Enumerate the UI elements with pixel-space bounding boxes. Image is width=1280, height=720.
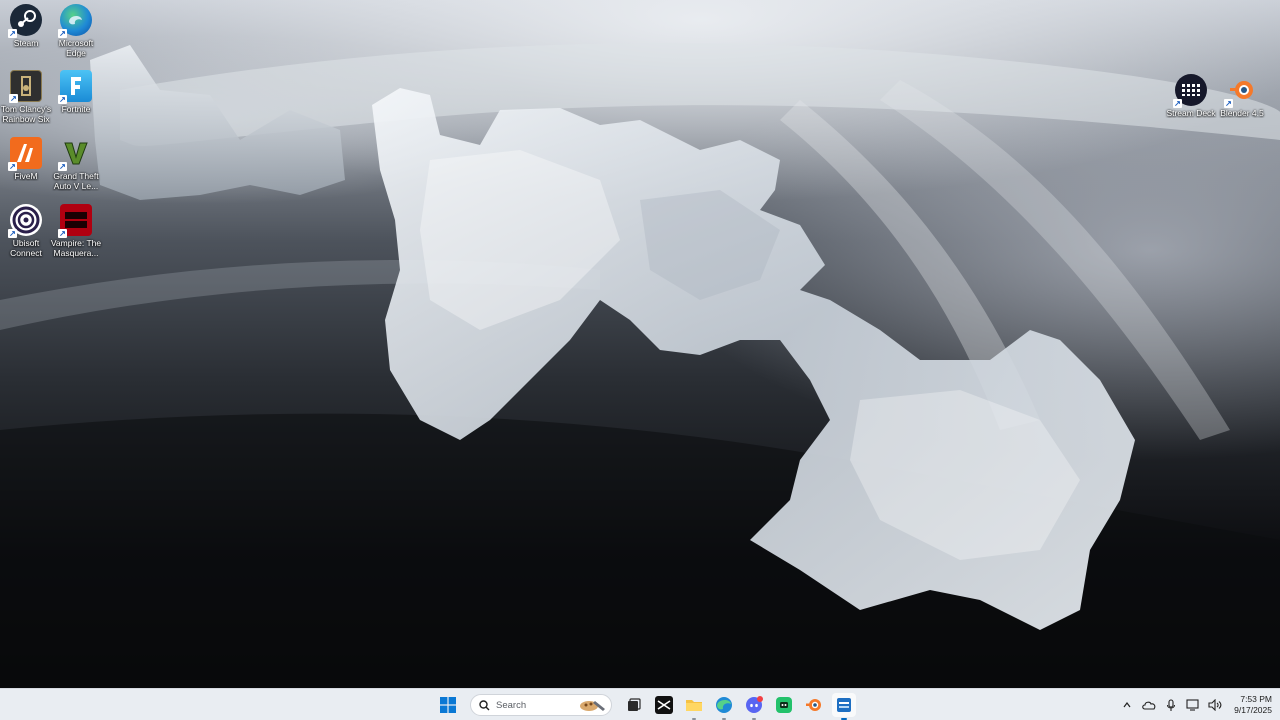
taskbar-capcut[interactable] (652, 693, 676, 717)
search-icon (479, 699, 490, 710)
folder-icon (686, 700, 702, 711)
clock-date: 9/17/2025 (1234, 705, 1272, 715)
rainbow-six-icon: ↗ (9, 70, 42, 103)
chevron-up-icon[interactable] (1120, 698, 1134, 712)
volume-icon[interactable] (1208, 698, 1222, 712)
desktop-icon-label: Ubisoft Connect (10, 238, 42, 258)
blender-icon (806, 699, 821, 711)
task-view-button[interactable] (622, 693, 646, 717)
start-button[interactable] (436, 693, 460, 717)
taskbar-green-game[interactable] (772, 693, 796, 717)
desktop-icon-ubisoft-connect[interactable]: ↗ Ubisoft Connect (0, 200, 52, 264)
search-input[interactable] (496, 699, 576, 711)
desktop-icon-label: Tom Clancy's Rainbow Six (0, 104, 52, 124)
onedrive-icon[interactable] (1142, 698, 1156, 712)
taskbar: 7:53 PM 9/17/2025 (0, 688, 1280, 720)
capcut-icon (655, 696, 673, 714)
desktop-icon-fortnite[interactable]: ↗ Fortnite (50, 66, 102, 130)
desktop-icon-label: Stream Deck (1166, 108, 1216, 118)
desktop-icon-bloodhunt[interactable]: ↗ Vampire: The Masquera... (50, 200, 102, 264)
edge-icon (716, 697, 732, 713)
desktop-icon-label: FiveM (14, 171, 38, 181)
task-view-icon (628, 698, 641, 711)
taskbar-file-explorer[interactable] (682, 693, 706, 720)
taskbar-active-app[interactable] (832, 693, 856, 720)
edge-icon: ↗ (58, 4, 92, 38)
app-window-icon (837, 698, 851, 712)
clock-time: 7:53 PM (1240, 694, 1272, 704)
desktop-icon-edge[interactable]: ↗ Microsoft Edge (50, 0, 102, 64)
gta-v-icon: ↗ (58, 137, 92, 171)
desktop-icon-stream-deck[interactable]: ↗ Stream Deck (1165, 70, 1217, 134)
desktop-wallpaper (0, 0, 1280, 688)
desktop-icon-rainbow-six[interactable]: ↗ Tom Clancy's Rainbow Six (0, 66, 52, 130)
fivem-icon: ↗ (8, 137, 42, 171)
display-icon[interactable] (1186, 698, 1200, 712)
discord-icon (746, 696, 763, 713)
bloodhunt-icon: ↗ (58, 204, 92, 238)
ubisoft-connect-icon: ↗ (8, 204, 42, 238)
desktop-icon-fivem[interactable]: ↗ FiveM (0, 133, 52, 197)
desktop-icon-blender[interactable]: ↗ Blender 4.5 (1216, 70, 1268, 134)
desktop-icon-steam[interactable]: ↗ Steam (0, 0, 52, 64)
taskbar-apps (436, 689, 856, 720)
green-game-icon (776, 697, 792, 713)
desktop-icon-label: Fortnite (61, 104, 91, 114)
taskbar-blender[interactable] (802, 693, 826, 717)
clock[interactable]: 7:53 PM 9/17/2025 (1234, 694, 1272, 716)
search-highlight-icon (580, 701, 605, 711)
taskbar-edge[interactable] (712, 693, 736, 720)
desktop-icon-label: Steam (13, 38, 39, 48)
windows-start-icon (440, 697, 456, 713)
steam-icon: ↗ (8, 4, 42, 38)
taskbar-search[interactable] (470, 694, 612, 716)
blender-icon: ↗ (1224, 74, 1258, 108)
desktop-icon-label: Blender 4.5 (1220, 108, 1264, 118)
desktop-icon-label: Vampire: The Masquera... (50, 238, 102, 258)
stream-deck-icon: ↗ (1173, 74, 1207, 108)
microphone-icon[interactable] (1164, 698, 1178, 712)
desktop-icon-gta-v[interactable]: ↗ Grand Theft Auto V Le... (50, 133, 102, 197)
desktop-icon-label: Microsoft Edge (58, 38, 94, 58)
desktop-icon-label: Grand Theft Auto V Le... (53, 171, 99, 191)
fortnite-icon: ↗ (58, 70, 92, 104)
taskbar-discord[interactable] (742, 693, 766, 720)
system-tray: 7:53 PM 9/17/2025 (1120, 689, 1272, 720)
